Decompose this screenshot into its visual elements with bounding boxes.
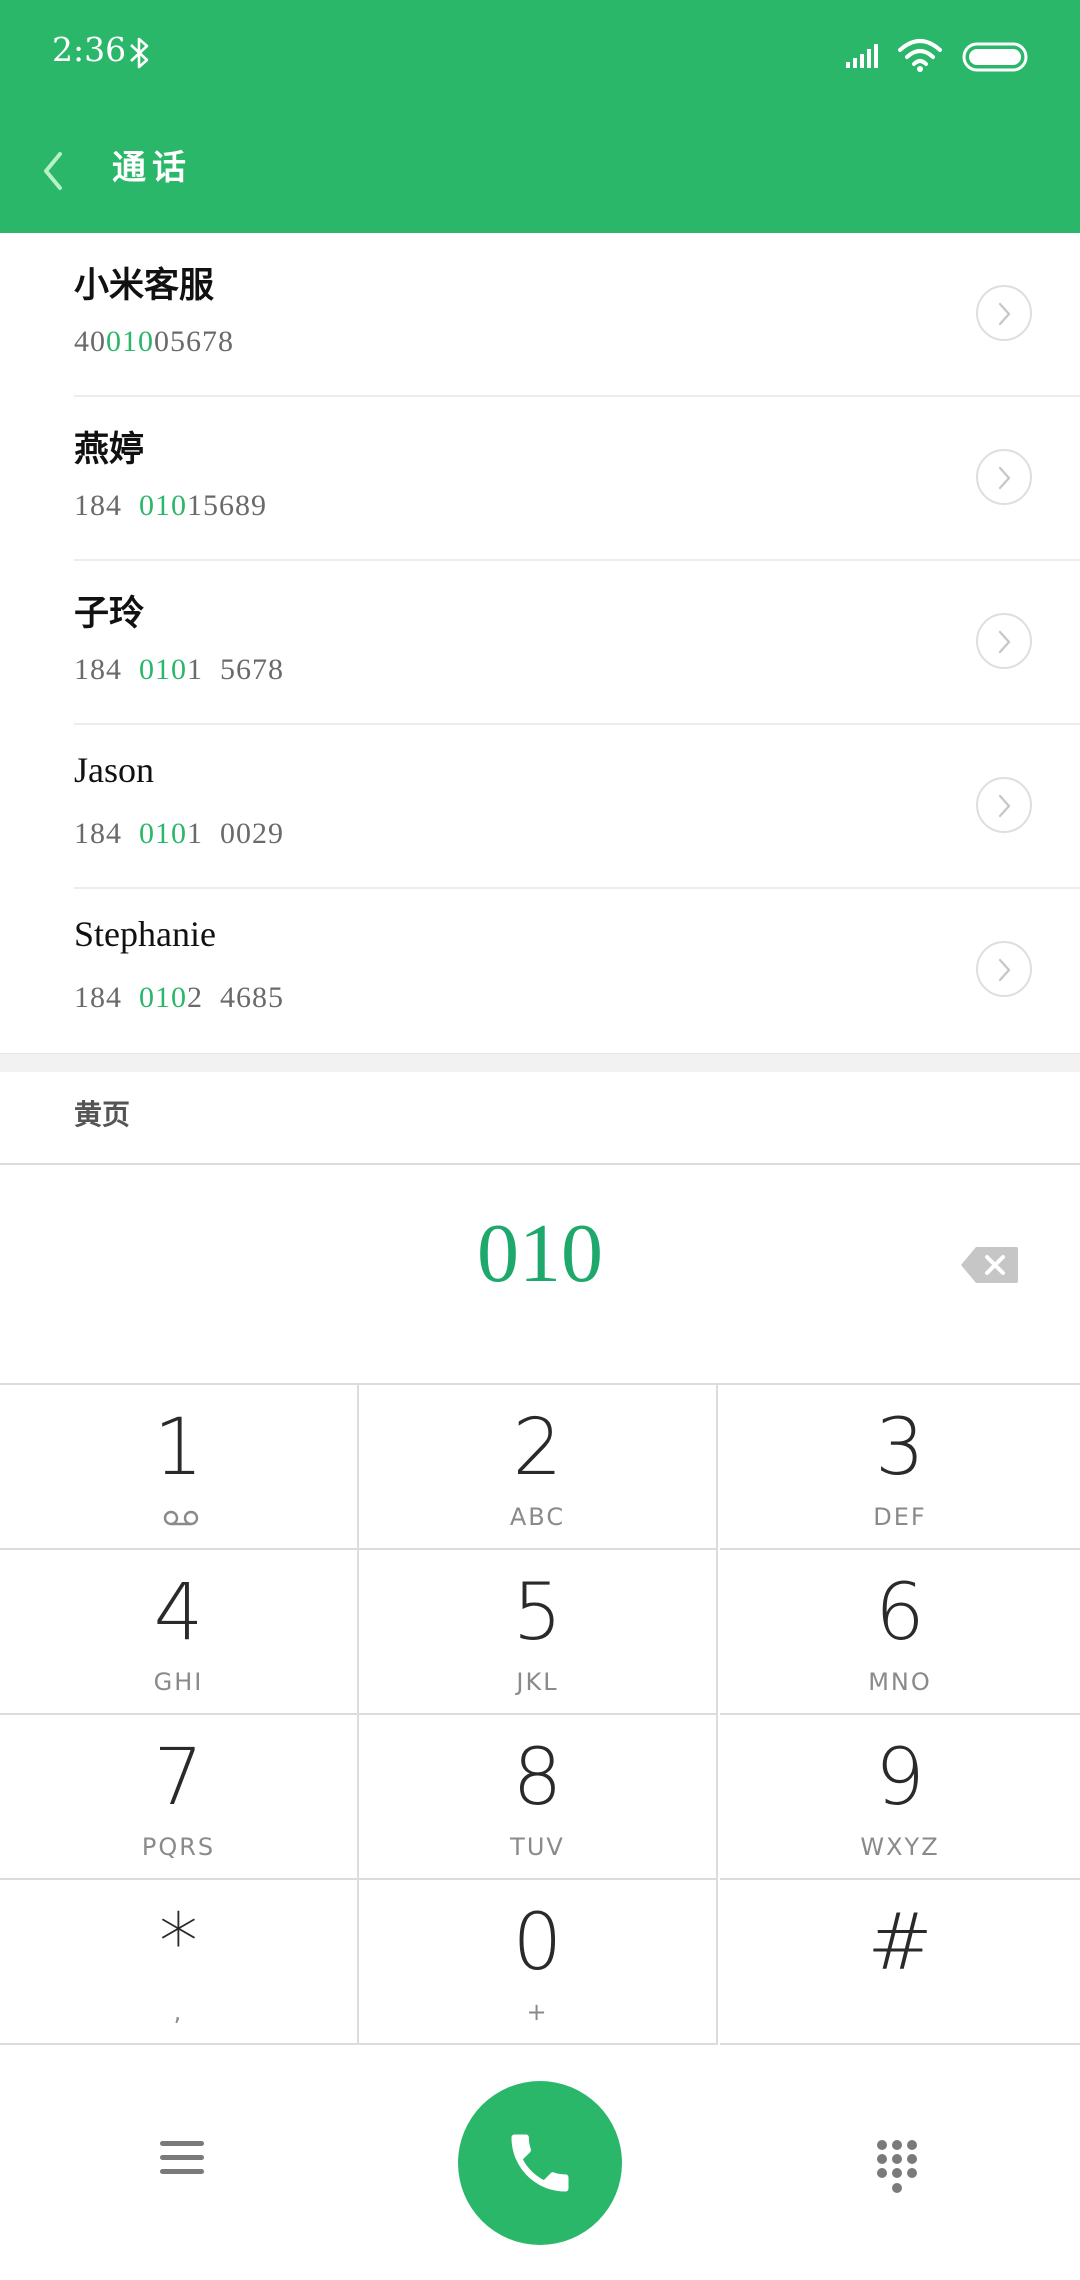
status-time: 2:36 — [52, 30, 127, 69]
header: 2:36 通话 — [0, 0, 1080, 233]
dialed-number[interactable]: 010 — [0, 1205, 1080, 1302]
key-digit: 0 — [512, 1898, 563, 1988]
contact-row[interactable]: Stephanie 184 0102 4685 — [0, 889, 1080, 1053]
key-6[interactable]: 6 MNO — [720, 1550, 1080, 1715]
key-digit: 5 — [512, 1568, 563, 1658]
key-2[interactable]: 2 ABC — [359, 1385, 718, 1550]
bottom-bar — [0, 2049, 1080, 2280]
key-5[interactable]: 5 JKL — [359, 1550, 718, 1715]
contact-number: 4001005678 — [74, 325, 234, 358]
key-letters: JKL — [516, 1668, 559, 1696]
contact-number: 184 01015689 — [74, 489, 267, 522]
chevron-right-icon — [998, 466, 1011, 490]
contact-detail-button[interactable] — [976, 613, 1032, 669]
chevron-right-icon — [998, 302, 1011, 326]
chevron-right-icon — [998, 630, 1011, 654]
key-digit: 4 — [153, 1568, 204, 1658]
contact-name: Jason — [74, 750, 154, 790]
contact-detail-button[interactable] — [976, 941, 1032, 997]
contact-row[interactable]: 子玲 184 0101 5678 — [0, 561, 1080, 725]
key-letters: MNO — [868, 1668, 932, 1696]
voicemail-icon — [162, 1509, 200, 1531]
key-8[interactable]: 8 TUV — [359, 1715, 718, 1880]
menu-icon[interactable] — [160, 2139, 204, 2181]
key-letters: WXYZ — [860, 1833, 940, 1861]
key-digit: 1 — [153, 1403, 204, 1493]
key-7[interactable]: 7 PQRS — [0, 1715, 359, 1880]
contact-detail-button[interactable] — [976, 285, 1032, 341]
key-letters: , — [173, 1998, 184, 2026]
matched-digits: 010 — [106, 325, 154, 358]
chevron-left-icon[interactable] — [40, 150, 66, 196]
contact-detail-button[interactable] — [976, 449, 1032, 505]
wifi-icon — [898, 38, 942, 76]
key-hash[interactable]: # — [720, 1880, 1080, 2045]
matched-digits: 010 — [139, 653, 187, 686]
bluetooth-icon — [128, 36, 150, 74]
key-letters: PQRS — [141, 1833, 216, 1861]
contact-name: 燕婷 — [74, 429, 145, 470]
key-3[interactable]: 3 DEF — [720, 1385, 1080, 1550]
chevron-right-icon — [998, 794, 1011, 818]
contact-number: 184 0101 0029 — [74, 817, 284, 850]
key-star[interactable]: * , — [0, 1880, 359, 2045]
key-digit: * — [159, 1898, 198, 1988]
keypad: 1 2 ABC 3 DEF 4 GHI 5 JKL 6 MNO 7 PQRS 8… — [0, 1383, 1080, 2051]
signal-icon — [846, 44, 882, 72]
key-letters: TUV — [510, 1833, 565, 1861]
key-letters: ABC — [509, 1503, 566, 1531]
contact-name: Stephanie — [74, 914, 216, 954]
key-letters: DEF — [873, 1503, 927, 1531]
contact-name: 子玲 — [74, 593, 145, 634]
contact-number: 184 0102 4685 — [74, 981, 284, 1014]
contact-name: 小米客服 — [74, 265, 215, 306]
contact-row[interactable]: Jason 184 0101 0029 — [0, 725, 1080, 889]
contact-row[interactable]: 燕婷 184 01015689 — [0, 397, 1080, 561]
section-separator — [0, 1053, 1080, 1072]
page-title: 通话 — [112, 148, 192, 188]
key-letters: + — [526, 1998, 549, 2026]
battery-icon — [962, 42, 1030, 76]
key-letters: GHI — [153, 1668, 204, 1696]
key-9[interactable]: 9 WXYZ — [720, 1715, 1080, 1880]
matched-digits: 010 — [139, 817, 187, 850]
call-button[interactable] — [458, 2081, 622, 2245]
backspace-icon[interactable] — [960, 1245, 1020, 1289]
contact-row[interactable]: 小米客服 4001005678 — [0, 233, 1080, 397]
key-4[interactable]: 4 GHI — [0, 1550, 359, 1715]
key-digit: 9 — [875, 1733, 925, 1823]
yellow-pages-section[interactable]: 黄页 — [0, 1071, 1080, 1163]
contact-number: 184 0101 5678 — [74, 653, 284, 686]
key-digit: 8 — [512, 1733, 563, 1823]
phone-icon — [511, 2134, 569, 2192]
contact-detail-button[interactable] — [976, 777, 1032, 833]
key-digit: 3 — [875, 1403, 925, 1493]
key-digit: 7 — [153, 1733, 204, 1823]
matched-digits: 010 — [139, 489, 187, 522]
chevron-right-icon — [998, 958, 1011, 982]
matched-digits: 010 — [139, 981, 187, 1014]
yellow-pages-label: 黄页 — [74, 1098, 131, 1131]
key-1[interactable]: 1 — [0, 1385, 359, 1550]
key-0[interactable]: 0 + — [359, 1880, 718, 2045]
dialpad-icon[interactable] — [876, 2139, 918, 2199]
key-digit: 6 — [875, 1568, 925, 1658]
key-digit: # — [867, 1898, 933, 1988]
number-display: 010 — [0, 1165, 1080, 1383]
contact-match-list: 小米客服 4001005678 燕婷 184 01015689 子玲 184 0… — [0, 233, 1080, 1053]
key-digit: 2 — [512, 1403, 563, 1493]
